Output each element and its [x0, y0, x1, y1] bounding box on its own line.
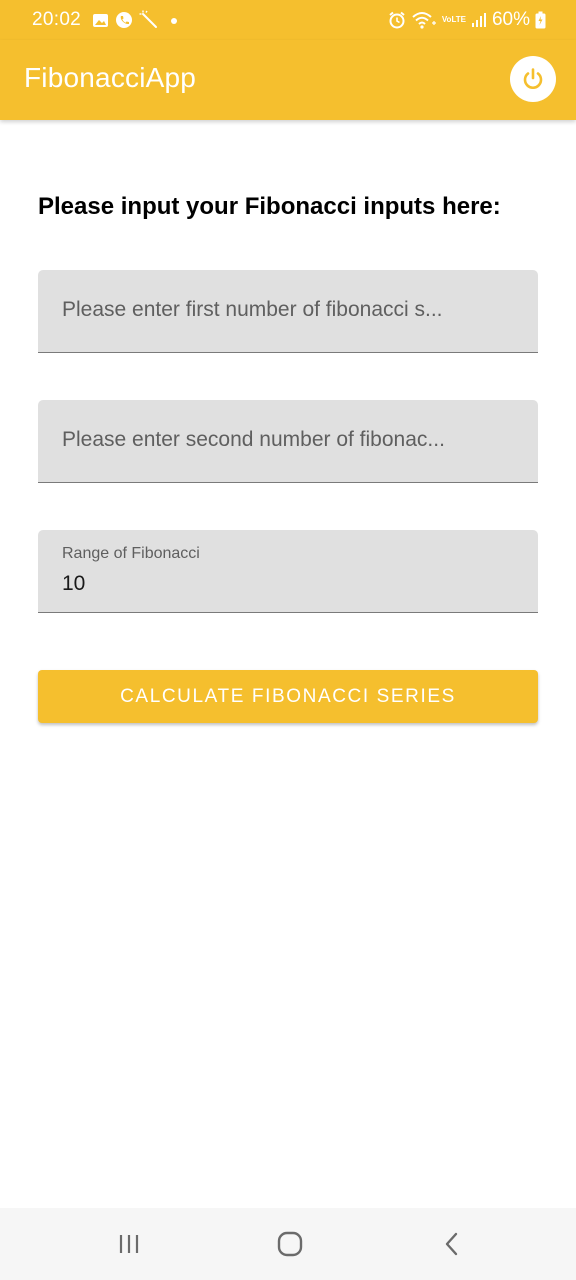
- whatsapp-icon: [116, 12, 132, 28]
- dot-icon: [171, 18, 177, 24]
- home-icon: [277, 1231, 303, 1257]
- battery-icon: [535, 11, 546, 29]
- signal-icon: [471, 13, 486, 27]
- back-icon: [445, 1232, 458, 1256]
- app-bar: FibonacciApp: [0, 40, 576, 120]
- second-number-input[interactable]: Please enter second number of fibonac...: [38, 400, 538, 483]
- recents-icon: [119, 1235, 139, 1253]
- first-number-input[interactable]: Please enter first number of fibonacci s…: [38, 270, 538, 353]
- power-icon: [523, 68, 543, 89]
- calculate-button[interactable]: CALCULATE FIBONACCI SERIES: [38, 670, 538, 723]
- volte-indicator: VoLTE: [441, 15, 466, 24]
- status-time: 20:02: [32, 9, 82, 30]
- wifi-icon: [412, 12, 436, 29]
- screen: 20:02 VoLTE 60% FibonacciApp Please inpu…: [0, 0, 576, 1280]
- second-number-placeholder: Please enter second number of fibonac...: [62, 428, 445, 451]
- form-heading: Please input your Fibonacci inputs here:: [38, 193, 501, 220]
- status-notification-icons: [92, 10, 179, 30]
- gallery-icon: [93, 13, 108, 27]
- battery-percentage: 60%: [491, 9, 530, 30]
- range-input[interactable]: Range of Fibonacci 10: [38, 530, 538, 613]
- app-title: FibonacciApp: [24, 62, 197, 93]
- alarm-icon: [389, 11, 405, 29]
- first-number-placeholder: Please enter first number of fibonacci s…: [62, 298, 443, 321]
- range-value: 10: [62, 572, 86, 595]
- navigation-bar: [0, 1208, 576, 1280]
- status-bar: 20:02 VoLTE 60%: [0, 0, 576, 40]
- calculate-button-label: CALCULATE FIBONACCI SERIES: [120, 685, 456, 707]
- status-system-icons: VoLTE 60%: [388, 8, 546, 32]
- back-button[interactable]: [430, 1222, 474, 1266]
- power-button[interactable]: [510, 56, 556, 102]
- recents-button[interactable]: [107, 1222, 151, 1266]
- range-label: Range of Fibonacci: [62, 545, 200, 562]
- home-button[interactable]: [268, 1222, 312, 1266]
- magic-wand-icon: [139, 10, 157, 28]
